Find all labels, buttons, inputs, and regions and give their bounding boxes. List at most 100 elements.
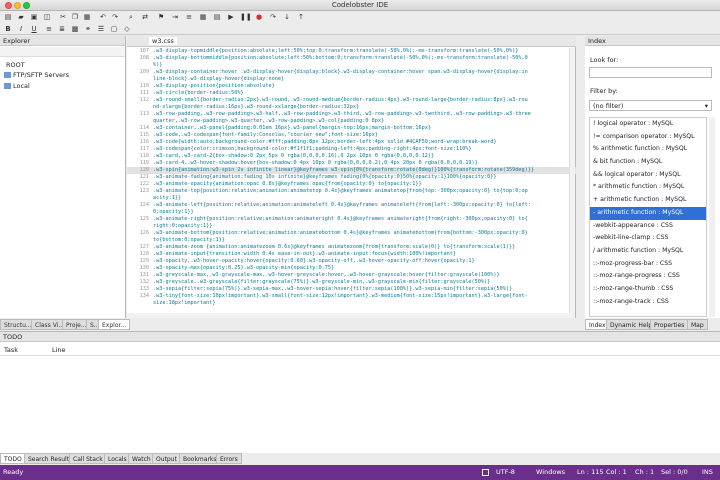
code-line[interactable]: 111 .w3-circle{border-radius:50%} bbox=[127, 90, 576, 97]
bookmark-icon[interactable]: ⚑ bbox=[156, 12, 166, 22]
code-line[interactable]: 119 .w3-card-4,.w3-hover-shadow:hover{box… bbox=[127, 160, 576, 167]
step-over-icon[interactable]: ↷ bbox=[268, 12, 278, 22]
new-file-icon[interactable]: ▤ bbox=[3, 12, 13, 22]
italic-icon[interactable]: I bbox=[16, 24, 26, 34]
link-icon[interactable]: ⚭ bbox=[83, 24, 93, 34]
index-list-item[interactable]: - arithmetic function : MySQL bbox=[590, 206, 706, 220]
code-line[interactable]: %)} bbox=[127, 62, 576, 69]
index-list-item[interactable]: ::-moz-range-progress : CSS bbox=[590, 270, 706, 283]
code-line[interactable]: 109 .w3-display-container:hover .w3-displ… bbox=[127, 69, 576, 76]
code-line[interactable]: 122 .w3-animate-opacity{animation:opac 0.… bbox=[127, 181, 576, 188]
tag-icon[interactable]: ◇ bbox=[122, 24, 132, 34]
column-task[interactable]: Task bbox=[4, 346, 18, 354]
index-scrollbar[interactable] bbox=[709, 117, 715, 317]
checkbox-icon[interactable] bbox=[482, 469, 489, 476]
bottom-tab-output[interactable]: Output bbox=[152, 453, 181, 464]
code-line[interactable]: size:18px!important} bbox=[127, 300, 576, 307]
tab-explorer[interactable]: Explor... bbox=[98, 319, 131, 330]
code-line[interactable]: 110 .w3-display-position{position:absolut… bbox=[127, 83, 576, 90]
index-list-item[interactable]: ! logical operator : MySQL bbox=[590, 118, 706, 131]
code-line[interactable]: 0;opacity:1}} bbox=[127, 209, 576, 216]
align-left-icon[interactable]: ≡ bbox=[44, 24, 54, 34]
index-list-item[interactable]: + arithmetic function : MySQL bbox=[590, 194, 706, 207]
code-line[interactable]: 129 .w3-opacity,.w3-hover-opacity:hover{o… bbox=[127, 258, 576, 265]
indent-icon[interactable]: ⇥ bbox=[170, 12, 180, 22]
index-list-item[interactable]: * arithmetic function : MySQL bbox=[590, 181, 706, 194]
code-editor[interactable]: w3.css 107 .w3-display-topmiddle{position… bbox=[127, 36, 576, 318]
code-line[interactable]: 114 .w3-container,.w3-panel{padding:0.01e… bbox=[127, 125, 576, 132]
list-icon[interactable]: ☰ bbox=[96, 24, 106, 34]
code-line[interactable]: 107 .w3-display-topmiddle{position:absolu… bbox=[127, 48, 576, 55]
code-line[interactable]: 125 .w3-animate-right{position:relative;a… bbox=[127, 216, 576, 223]
bottom-tab-locals[interactable]: Locals bbox=[104, 453, 131, 464]
step-out-icon[interactable]: ↑ bbox=[296, 12, 306, 22]
stop-icon[interactable]: ● bbox=[254, 12, 264, 22]
grid-icon[interactable]: ▦ bbox=[198, 12, 208, 22]
paste-icon[interactable]: ▦ bbox=[82, 12, 92, 22]
code-line[interactable]: 121 .w3-animate-fading{animation:fading 1… bbox=[127, 174, 576, 181]
code-line[interactable]: 133 .w3-sepia{filter:sepia(75%)}.w3-sepia… bbox=[127, 286, 576, 293]
index-list-item[interactable]: ::-moz-progress-bar : CSS bbox=[590, 258, 706, 271]
bottom-tab-watch[interactable]: Watch bbox=[128, 453, 155, 464]
code-line[interactable]: 115 .w3-code,.w3-codespan{font-family:Con… bbox=[127, 132, 576, 139]
code-line[interactable]: right:0;opacity:1}} bbox=[127, 223, 576, 230]
code-line[interactable]: 130 .w3-opacity-max{opacity:0.25}.w3-opac… bbox=[127, 265, 576, 272]
look-for-input[interactable] bbox=[589, 67, 712, 78]
tab-properties[interactable]: Properties bbox=[650, 319, 689, 330]
file-tab[interactable]: w3.css bbox=[149, 37, 177, 45]
code-area[interactable]: 107 .w3-display-topmiddle{position:absolu… bbox=[127, 48, 576, 318]
redo-icon[interactable]: ↷ bbox=[110, 12, 120, 22]
undo-icon[interactable]: ↶ bbox=[98, 12, 108, 22]
code-line[interactable]: 131 .w3-greyscale-max,.w3-grayscale-max,.… bbox=[127, 272, 576, 279]
align-center-icon[interactable]: ≣ bbox=[57, 24, 67, 34]
index-list-item[interactable]: -webkit-line-clamp : CSS bbox=[590, 232, 706, 245]
bottom-tab-call-stack[interactable]: Call Stack bbox=[69, 453, 107, 464]
replace-icon[interactable]: ⇄ bbox=[140, 12, 150, 22]
horizontal-scrollbar[interactable] bbox=[127, 313, 570, 318]
step-into-icon[interactable]: ↓ bbox=[282, 12, 292, 22]
column-line[interactable]: Line bbox=[52, 346, 66, 354]
save-icon[interactable]: ▣ bbox=[29, 12, 39, 22]
comment-icon[interactable]: ≡ bbox=[184, 12, 194, 22]
index-list-item[interactable]: ::-moz-range-thumb : CSS bbox=[590, 283, 706, 296]
save-all-icon[interactable]: ◫ bbox=[42, 12, 52, 22]
tree-root[interactable]: ROOT bbox=[6, 61, 25, 69]
image-icon[interactable]: ▩ bbox=[70, 24, 80, 34]
pause-icon[interactable]: ❚❚ bbox=[240, 12, 252, 22]
code-line[interactable]: 134 .w3-tiny{font-size:10px!important}.w3… bbox=[127, 293, 576, 300]
bold-icon[interactable]: B bbox=[3, 24, 13, 34]
tree-item-ftp[interactable]: FTP/SFTP Servers bbox=[4, 71, 69, 79]
index-list-item[interactable]: % arithmetic function : MySQL bbox=[590, 143, 706, 156]
tab-dynamic-help[interactable]: Dynamic Help bbox=[606, 319, 657, 330]
bottom-tab-search-result[interactable]: Search Result bbox=[24, 453, 74, 464]
code-line[interactable]: 118 .w3-card,.w3-card-2{box-shadow:0 2px … bbox=[127, 153, 576, 160]
code-line[interactable]: acity:1}} bbox=[127, 195, 576, 202]
code-line[interactable]: 117 .w3-codespan{color:crimson;background… bbox=[127, 146, 576, 153]
bottom-tab-todo[interactable]: TODO bbox=[0, 453, 26, 464]
code-line[interactable]: 132 .w3-greyscale,.w3-grayscale{filter:gr… bbox=[127, 279, 576, 286]
index-list[interactable]: ! logical operator : MySQL != comparison … bbox=[589, 117, 707, 317]
index-list-item[interactable]: != comparison operator : MySQL bbox=[590, 131, 706, 144]
bottom-tab-errors[interactable]: Errors bbox=[216, 453, 242, 464]
filter-select[interactable]: (no filter) ▾ bbox=[589, 100, 712, 111]
code-line[interactable]: 127 .w3-animate-zoom {animation:animatezo… bbox=[127, 244, 576, 251]
code-line[interactable]: 126 .w3-animate-bottom{position:relative;… bbox=[127, 230, 576, 237]
bottom-tab-bookmarks[interactable]: Bookmarks bbox=[179, 453, 221, 464]
code-line[interactable]: 113 .w3-row-padding,.w3-row-padding>.w3-h… bbox=[127, 111, 576, 118]
table-icon[interactable]: ▤ bbox=[212, 12, 222, 22]
code-line[interactable]: 116 .w3-code{width:auto;background-color:… bbox=[127, 139, 576, 146]
tree-item-local[interactable]: Local bbox=[4, 82, 30, 90]
index-list-item[interactable]: & bit function : MySQL bbox=[590, 156, 706, 169]
index-list-item[interactable]: ::-moz-range-track : CSS bbox=[590, 296, 706, 309]
underline-icon[interactable]: U bbox=[29, 24, 39, 34]
play-icon[interactable]: ▶ bbox=[226, 12, 236, 22]
index-list-item[interactable]: / arithmetic function : MySQL bbox=[590, 245, 706, 258]
form-icon[interactable]: ▢ bbox=[109, 24, 119, 34]
cut-icon[interactable]: ✂ bbox=[58, 12, 68, 22]
code-line[interactable]: 120 .w3-spin{animation:w3-spin 2s infinit… bbox=[127, 167, 576, 174]
code-line[interactable]: quarter,.w3-row-padding>.w3-quarter,.w3-… bbox=[127, 118, 576, 125]
index-list-item[interactable]: -webkit-appearance : CSS bbox=[590, 220, 706, 233]
code-line[interactable]: 112 .w3-round-small{border-radius:2px}.w3… bbox=[127, 97, 576, 104]
open-folder-icon[interactable]: ▰ bbox=[16, 12, 26, 22]
code-line[interactable]: 123 .w3-animate-top{position:relative;ani… bbox=[127, 188, 576, 195]
